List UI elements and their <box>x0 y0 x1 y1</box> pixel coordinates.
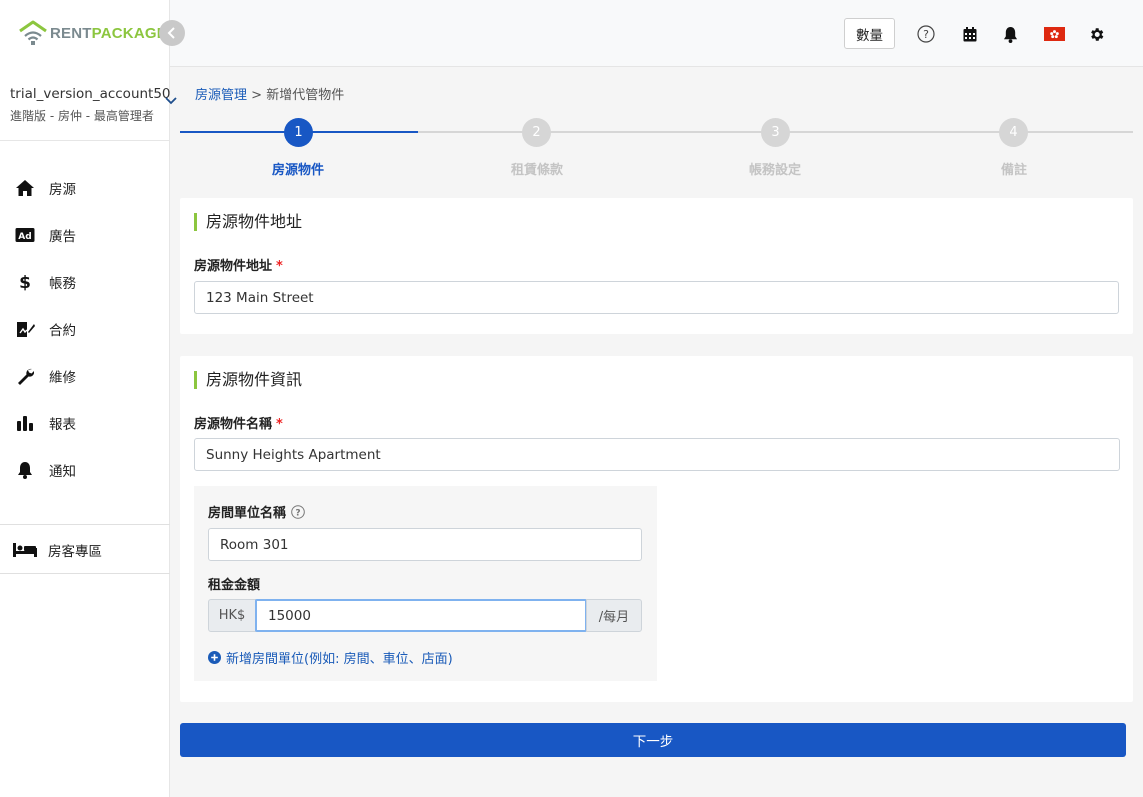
next-step-button[interactable]: 下一步 <box>180 723 1126 757</box>
bell-icon[interactable] <box>1000 24 1020 44</box>
divider <box>0 524 170 525</box>
gear-icon[interactable] <box>1086 24 1106 44</box>
help-icon[interactable]: ? <box>291 504 305 519</box>
logo-text: RENTPACKAGE <box>50 24 167 42</box>
rent-amount-label: 租金金額 <box>208 578 261 593</box>
svg-text:?: ? <box>295 508 300 518</box>
bell-icon <box>14 460 36 480</box>
required-mark: * <box>276 259 283 274</box>
sidebar-item-accounting[interactable]: $ 帳務 <box>0 258 170 305</box>
property-name-input[interactable]: Sunny Heights Apartment <box>194 438 1120 471</box>
sidebar-item-label: 房源 <box>49 181 76 198</box>
collapse-sidebar-button[interactable] <box>159 20 185 46</box>
sidebar-item-label: 帳務 <box>49 275 76 292</box>
sidebar-item-maintenance[interactable]: 維修 <box>0 352 170 399</box>
sidebar-item-ads[interactable]: Ad 廣告 <box>0 211 170 258</box>
step-3-label: 帳務設定 <box>748 163 801 178</box>
breadcrumb-current: 新增代管物件 <box>266 88 345 103</box>
step-4-label: 備註 <box>1000 163 1027 178</box>
step-3-circle: 3 <box>761 118 790 147</box>
chevron-left-icon <box>167 27 175 39</box>
hong-kong-flag-icon[interactable] <box>1043 24 1065 44</box>
unit-name-input[interactable]: Room 301 <box>208 528 642 561</box>
property-name-label: 房源物件名稱 * <box>194 417 283 432</box>
sidebar-item-label: 維修 <box>49 369 76 386</box>
sidebar-item-label: 廣告 <box>49 228 76 245</box>
sidebar-item-label: 報表 <box>49 416 76 433</box>
sidebar-item-label: 通知 <box>49 463 76 480</box>
breadcrumb-separator: > <box>251 88 263 103</box>
divider <box>0 573 170 574</box>
account-role: 進階版 - 房仲 - 最高管理者 <box>10 109 154 123</box>
address-label: 房源物件地址 * <box>194 259 283 274</box>
sidebar-nav: 房源 Ad 廣告 $ 帳務 合約 維修 報表 通知 <box>0 164 170 493</box>
quantity-button[interactable]: 數量 <box>844 18 895 49</box>
section-title: 房源物件資訊 <box>194 371 302 389</box>
currency-addon: HK$ <box>208 599 256 632</box>
stepper: 1 2 3 4 房源物件 租賃條款 帳務設定 備註 <box>180 118 1133 180</box>
bed-icon <box>13 540 37 560</box>
wifi-house-logo-icon <box>18 19 48 47</box>
contract-icon <box>14 319 36 339</box>
section-title: 房源物件地址 <box>194 213 302 231</box>
period-addon: /每月 <box>586 599 642 632</box>
sidebar-item-properties[interactable]: 房源 <box>0 164 170 211</box>
step-2-circle: 2 <box>522 118 551 147</box>
home-icon <box>14 178 36 198</box>
chart-icon <box>14 413 36 433</box>
account-switcher[interactable]: trial_version_account50 進階版 - 房仲 - 最高管理者 <box>0 80 177 141</box>
plus-circle-icon <box>208 651 221 664</box>
account-username: trial_version_account50 <box>10 86 171 102</box>
ad-icon: Ad <box>14 225 36 245</box>
top-bar: 數量 ? <box>170 0 1143 67</box>
wrench-icon <box>14 366 36 386</box>
rent-amount-input[interactable]: 15000 <box>255 599 587 632</box>
svg-text:$: $ <box>19 273 31 292</box>
svg-text:Ad: Ad <box>18 232 31 242</box>
add-room-unit-link[interactable]: 新增房間單位(例如: 房間、車位、店面) <box>208 648 453 667</box>
logo[interactable]: RENTPACKAGE <box>18 18 167 48</box>
required-mark: * <box>276 417 283 432</box>
sidebar-item-tenant-area[interactable]: 房客專區 <box>0 528 170 572</box>
breadcrumb: 房源管理 > 新增代管物件 <box>195 84 344 103</box>
tenant-area-label: 房客專區 <box>48 544 102 560</box>
step-4-circle: 4 <box>999 118 1028 147</box>
help-icon[interactable]: ? <box>916 24 936 44</box>
calendar-icon[interactable] <box>960 24 980 44</box>
sidebar-item-label: 合約 <box>49 322 76 339</box>
step-1-label: 房源物件 <box>271 163 324 178</box>
dollar-icon: $ <box>14 272 36 292</box>
breadcrumb-link-property-management[interactable]: 房源管理 <box>195 88 247 103</box>
step-2-label: 租賃條款 <box>510 163 563 178</box>
chevron-down-icon[interactable] <box>165 94 177 108</box>
svg-text:?: ? <box>923 28 929 41</box>
unit-name-label: 房間單位名稱 ? <box>208 502 305 521</box>
sidebar-item-reports[interactable]: 報表 <box>0 399 170 446</box>
add-room-unit-label: 新增房間單位(例如: 房間、車位、店面) <box>226 652 453 667</box>
sidebar: RENTPACKAGE trial_version_account50 進階版 … <box>0 0 177 797</box>
sidebar-item-contracts[interactable]: 合約 <box>0 305 170 352</box>
step-1-circle: 1 <box>284 118 313 147</box>
sidebar-item-notifications[interactable]: 通知 <box>0 446 170 493</box>
address-input[interactable]: 123 Main Street <box>194 281 1119 314</box>
